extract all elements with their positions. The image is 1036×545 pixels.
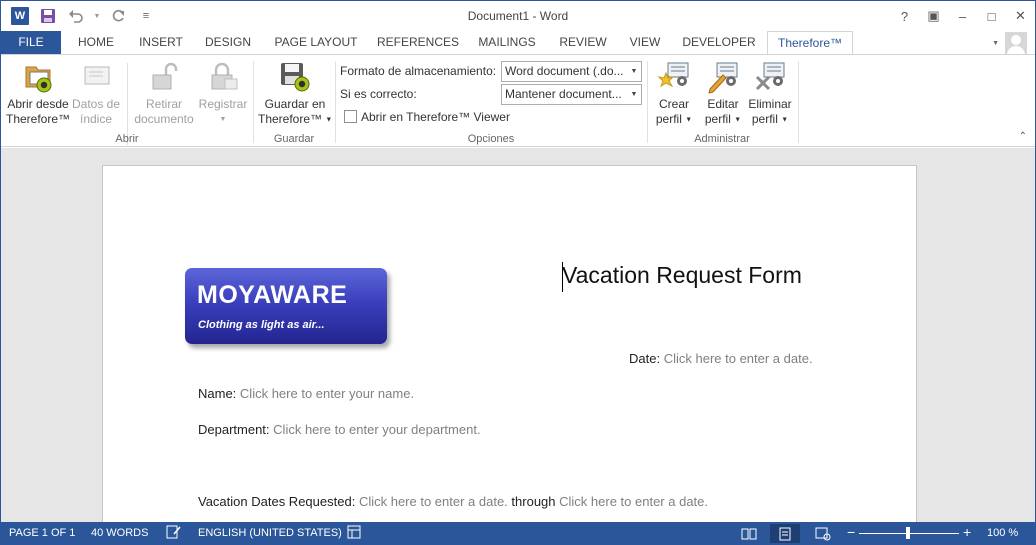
- save-disk-icon: [277, 59, 313, 95]
- name-field: Name: Click here to enter your name.: [198, 386, 415, 401]
- web-layout-icon[interactable]: [808, 524, 838, 543]
- title-bar: W ▼ ≡ Document1 - Word ? ▣ – □ ✕: [1, 1, 1035, 31]
- name-input-control[interactable]: Click here to enter your name.: [240, 386, 414, 401]
- create-profile-icon: [656, 59, 692, 95]
- text-cursor: [562, 262, 563, 292]
- tab-review[interactable]: REVIEW: [551, 31, 615, 55]
- date-field: Date: Click here to enter a date.: [629, 351, 813, 366]
- vacation-dates-field: Vacation Dates Requested: Click here to …: [198, 494, 708, 509]
- tab-insert[interactable]: INSERT: [131, 31, 191, 55]
- group-label-opciones: Opciones: [467, 133, 515, 145]
- if-correct-label: Si es correcto:: [340, 87, 417, 101]
- department-field: Department: Click here to enter your dep…: [198, 422, 481, 437]
- open-in-viewer-checkbox[interactable]: [344, 110, 357, 123]
- edit-profile-dropdown-icon: ▼: [734, 116, 742, 124]
- ribbon: Abrir desde Therefore™ Datos de índice R…: [1, 54, 1035, 147]
- account-dropdown-icon[interactable]: ▼: [992, 40, 999, 47]
- vacation-end-date-control[interactable]: Click here to enter a date.: [559, 494, 708, 509]
- edit-profile-icon: [705, 59, 741, 95]
- macro-icon[interactable]: [347, 525, 361, 542]
- tab-home[interactable]: HOME: [67, 31, 125, 55]
- if-correct-dropdown-icon: ▼: [630, 91, 638, 98]
- status-bar: PAGE 1 OF 1 40 WORDS ENGLISH (UNITED STA…: [1, 522, 1035, 544]
- index-card-icon: [78, 59, 114, 95]
- read-mode-icon[interactable]: [734, 524, 764, 543]
- create-profile-dropdown-icon: ▼: [685, 116, 693, 124]
- document-canvas: MOYAWARE Clothing as light as air... Vac…: [1, 148, 1035, 544]
- minimize-button[interactable]: –: [948, 1, 977, 31]
- window-controls: ? ▣ – □ ✕: [890, 1, 1035, 31]
- group-administrar: Crear perfil ▼ Editar perfil ▼ Eliminar …: [648, 57, 796, 146]
- ribbon-display-options-button[interactable]: ▣: [919, 1, 948, 31]
- delete-profile-button[interactable]: Eliminar perfil ▼: [744, 59, 796, 127]
- word-window: W ▼ ≡ Document1 - Word ? ▣ – □ ✕ FILE HO…: [0, 0, 1036, 545]
- form-title: Vacation Request Form: [562, 262, 802, 288]
- proofing-icon[interactable]: [166, 525, 182, 542]
- company-logo: MOYAWARE Clothing as light as air...: [185, 268, 387, 344]
- tab-view[interactable]: VIEW: [621, 31, 669, 55]
- tab-file[interactable]: FILE: [1, 31, 61, 55]
- edit-profile-button[interactable]: Editar perfil ▼: [700, 59, 746, 127]
- group-guardar: Guardar en Therefore™ ▼ Guardar: [254, 57, 334, 146]
- group-label-abrir: Abrir: [115, 133, 139, 145]
- window-title: Document1 - Word: [467, 9, 569, 23]
- tab-references[interactable]: REFERENCES: [373, 31, 463, 55]
- register-button[interactable]: Registrar ▼: [195, 59, 251, 127]
- register-dropdown-icon: ▼: [219, 116, 227, 123]
- group-abrir: Abrir desde Therefore™ Datos de índice R…: [1, 57, 253, 146]
- storage-format-dropdown-icon: ▼: [630, 68, 638, 75]
- zoom-in-button[interactable]: +: [963, 524, 971, 540]
- group-label-guardar: Guardar: [273, 133, 315, 145]
- document-page[interactable]: MOYAWARE Clothing as light as air... Vac…: [102, 165, 917, 544]
- maximize-button[interactable]: □: [977, 1, 1006, 31]
- delete-profile-dropdown-icon: ▼: [781, 116, 789, 124]
- print-layout-icon[interactable]: [770, 524, 800, 543]
- tab-design[interactable]: DESIGN: [197, 31, 259, 55]
- open-folder-icon: [20, 59, 56, 95]
- if-correct-select[interactable]: Mantener document... ▼: [501, 84, 642, 105]
- vacation-start-date-control[interactable]: Click here to enter a date.: [359, 494, 508, 509]
- group-label-administrar: Administrar: [694, 133, 750, 145]
- collapse-ribbon-icon[interactable]: ⌃: [1019, 131, 1027, 142]
- zoom-out-button[interactable]: −: [847, 524, 855, 540]
- save-in-dropdown-icon: ▼: [325, 116, 333, 124]
- group-opciones: Formato de almacenamiento: Word document…: [336, 57, 646, 146]
- storage-format-label: Formato de almacenamiento:: [340, 64, 497, 78]
- zoom-level[interactable]: 100 %: [987, 527, 1018, 539]
- account-area: ▼: [992, 31, 1027, 55]
- create-profile-button[interactable]: Crear perfil ▼: [650, 59, 698, 127]
- check-out-document-button[interactable]: Retirar documento: [131, 59, 197, 127]
- close-button[interactable]: ✕: [1006, 1, 1035, 31]
- save-in-therefore-button[interactable]: Guardar en Therefore™ ▼: [258, 59, 332, 127]
- tab-mailings[interactable]: MAILINGS: [469, 31, 545, 55]
- open-in-viewer-label: Abrir en Therefore™ Viewer: [361, 110, 510, 124]
- department-input-control[interactable]: Click here to enter your department.: [273, 422, 480, 437]
- language-indicator[interactable]: ENGLISH (UNITED STATES): [198, 527, 342, 539]
- unlock-icon: [146, 59, 182, 95]
- date-picker-control[interactable]: Click here to enter a date.: [664, 351, 813, 366]
- tab-page-layout[interactable]: PAGE LAYOUT: [265, 31, 367, 55]
- tab-developer[interactable]: DEVELOPER: [675, 31, 763, 55]
- lock-icon: [205, 59, 241, 95]
- ribbon-tabs: FILE HOME INSERT DESIGN PAGE LAYOUT REFE…: [1, 31, 1035, 55]
- avatar[interactable]: [1005, 32, 1027, 54]
- help-button[interactable]: ?: [890, 1, 919, 31]
- index-data-button[interactable]: Datos de índice: [69, 59, 123, 127]
- page-count[interactable]: PAGE 1 OF 1: [9, 527, 75, 539]
- delete-profile-icon: [752, 59, 788, 95]
- tab-therefore[interactable]: Therefore™: [767, 31, 853, 55]
- storage-format-select[interactable]: Word document (.do... ▼: [501, 61, 642, 82]
- open-from-therefore-button[interactable]: Abrir desde Therefore™: [5, 59, 71, 127]
- word-count[interactable]: 40 WORDS: [91, 527, 148, 539]
- zoom-slider-thumb[interactable]: [906, 527, 910, 539]
